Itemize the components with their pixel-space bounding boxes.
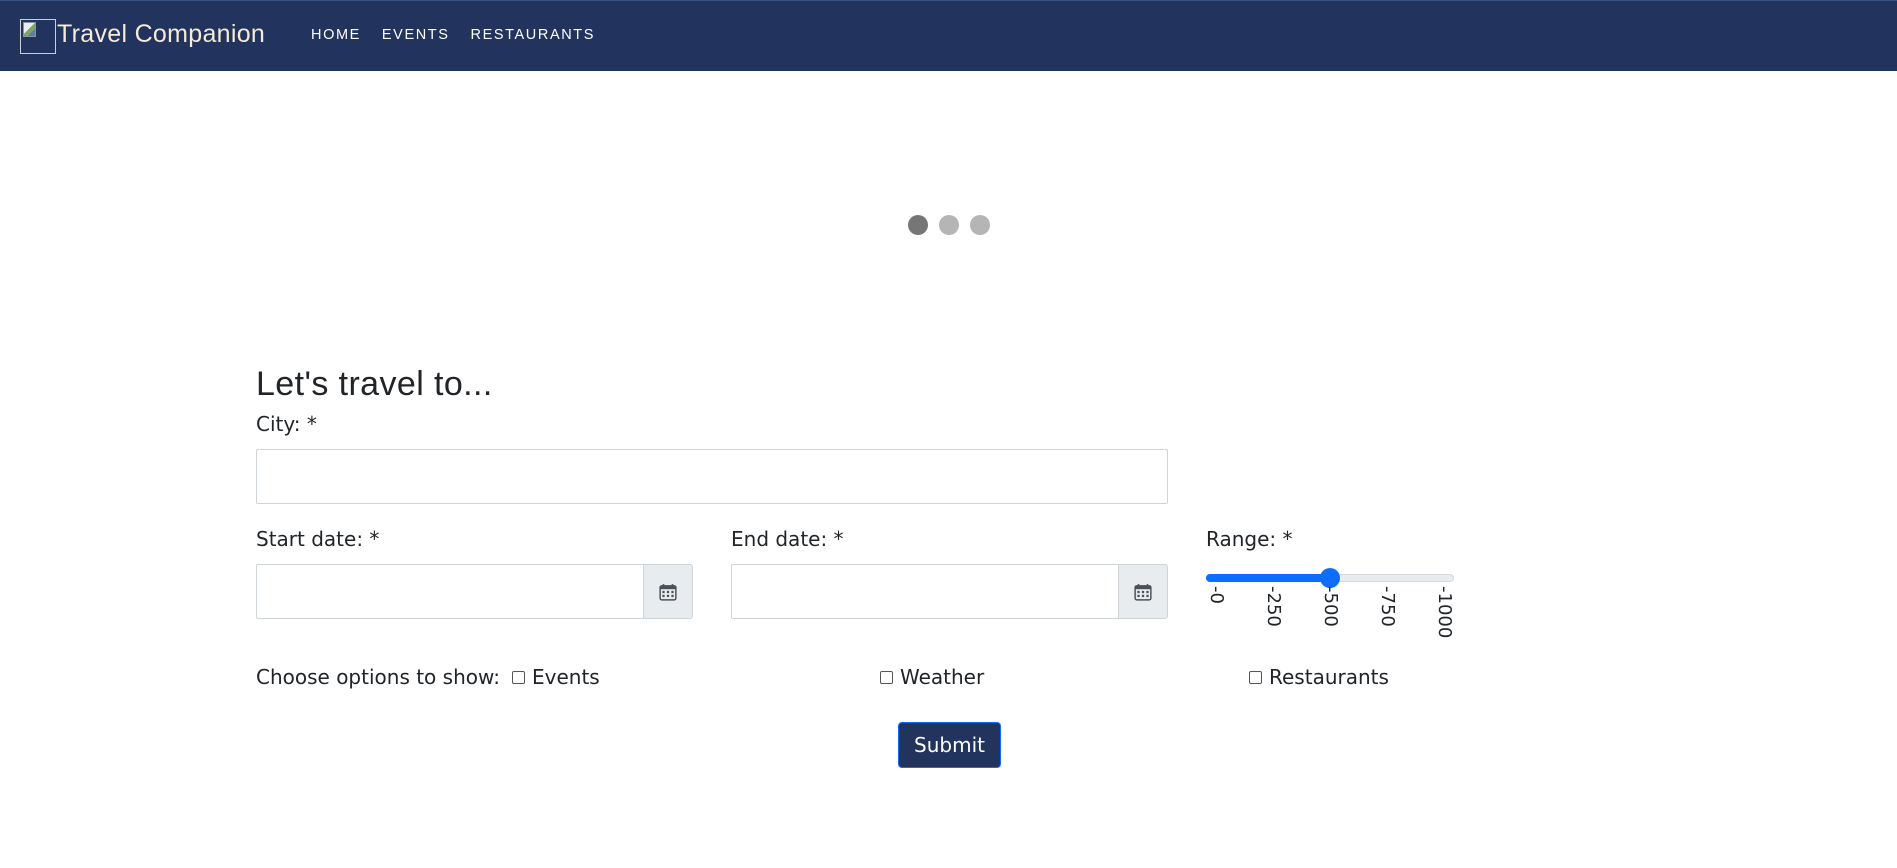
range-tick-label: 1000 [1434,586,1455,639]
nav-link-events[interactable]: EVENTS [382,27,450,43]
start-date-calendar-button[interactable] [643,564,693,619]
range-slider-thumb[interactable] [1320,568,1340,588]
calendar-icon [659,583,677,601]
events-checkbox[interactable] [512,670,525,684]
range-slider-fill [1206,574,1330,582]
start-date-label: Start date: * [256,527,380,551]
option-weather[interactable]: Weather [880,665,984,689]
option-events[interactable]: Events [512,665,600,689]
restaurants-checkbox[interactable] [1249,670,1262,684]
nav-links: HOME EVENTS RESTAURANTS [311,27,616,43]
end-date-input[interactable] [731,564,1120,619]
city-input[interactable] [256,449,1168,504]
option-restaurants[interactable]: Restaurants [1249,665,1389,689]
end-date-calendar-button[interactable] [1118,564,1168,619]
carousel-indicator-2[interactable] [939,215,959,235]
nav-link-restaurants[interactable]: RESTAURANTS [471,27,595,43]
range-tick-label: 500 [1320,586,1341,627]
calendar-icon [1134,583,1152,601]
start-date-input[interactable] [256,564,645,619]
nav-link-home[interactable]: HOME [311,27,361,43]
range-tick-label: 750 [1377,586,1398,627]
submit-button[interactable]: Submit [898,722,1001,768]
restaurants-checkbox-label: Restaurants [1269,665,1389,689]
weather-checkbox[interactable] [880,670,893,684]
form-heading: Let's travel to... [256,365,493,403]
end-date-label: End date: * [731,527,844,551]
city-label: City: * [256,412,317,436]
weather-checkbox-label: Weather [900,665,985,689]
carousel-indicator-1[interactable] [908,215,928,235]
options-label: Choose options to show: [256,665,500,689]
carousel-indicators [908,215,990,235]
range-slider[interactable] [1206,568,1456,588]
brand-logo-image[interactable] [20,19,56,54]
events-checkbox-label: Events [532,665,600,689]
range-tick-label: 250 [1263,586,1284,627]
navbar: Travel Companion HOME EVENTS RESTAURANTS [0,0,1897,71]
range-label: Range: * [1206,527,1293,551]
brand-name[interactable]: Travel Companion [57,20,265,49]
range-tick-label: 0 [1206,586,1227,604]
carousel-indicator-3[interactable] [970,215,990,235]
